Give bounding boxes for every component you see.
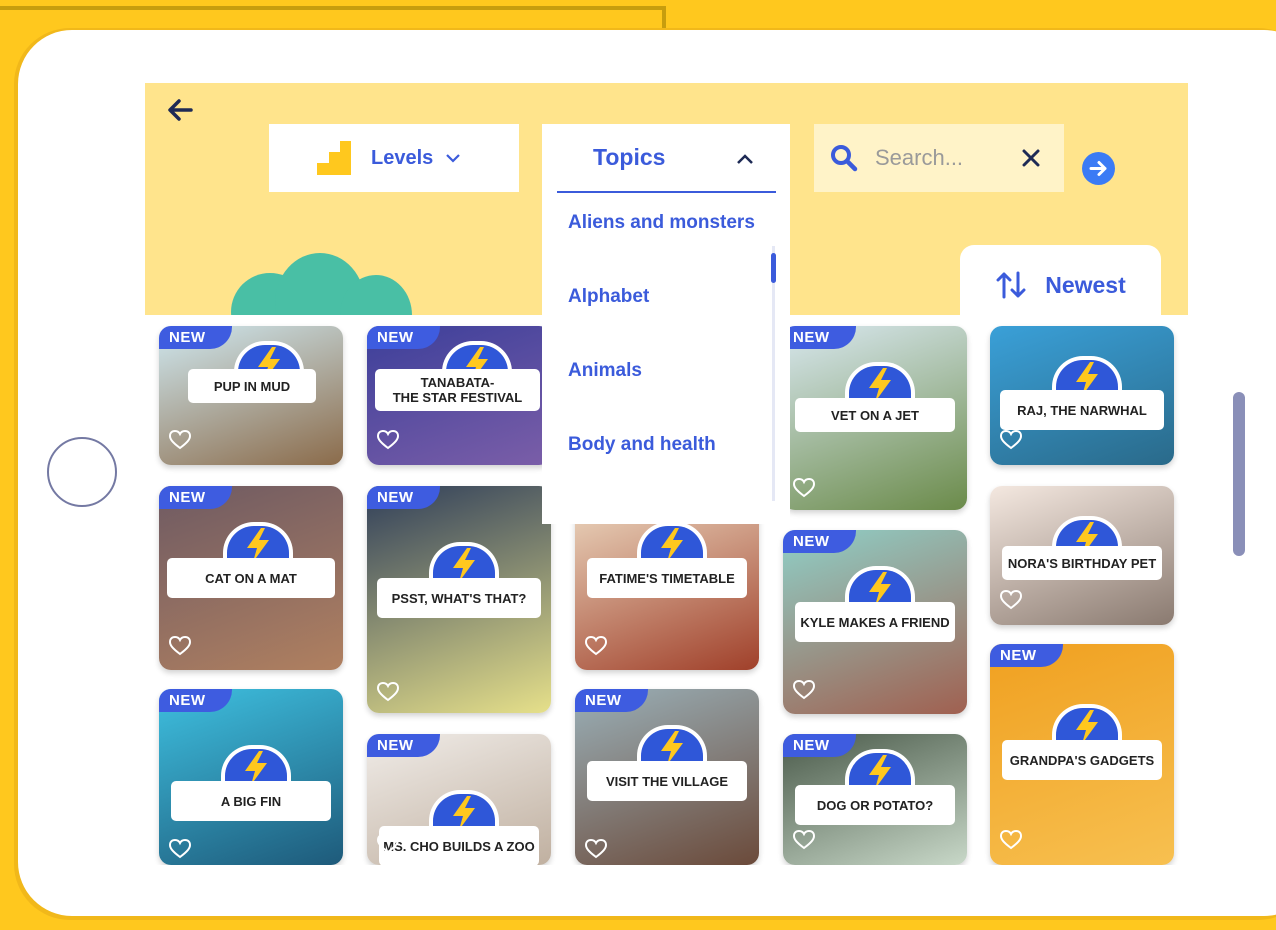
- lightning-icon: [845, 362, 915, 402]
- book-title: GRANDPA'S GADGETS: [1002, 740, 1162, 780]
- new-badge: NEW: [575, 689, 648, 712]
- book-title: KYLE MAKES A FRIEND: [795, 602, 955, 642]
- book-title: VET ON A JET: [795, 398, 955, 432]
- search-icon: [831, 145, 858, 172]
- sort-label: Newest: [1045, 271, 1126, 298]
- lightning-icon: [223, 522, 293, 562]
- chevron-up-icon: [737, 154, 753, 164]
- annotation-line-top: [0, 6, 666, 10]
- book-card[interactable]: NEW GRANDPA'S GADGETS: [990, 644, 1174, 865]
- heart-icon[interactable]: [585, 839, 607, 859]
- sort-arrows-icon: [996, 271, 1026, 299]
- lightning-icon: [429, 542, 499, 582]
- lightning-icon: [1052, 356, 1122, 396]
- lightning-icon: [429, 790, 499, 830]
- book-card[interactable]: NEW TANABATA- THE STAR FESTIVAL: [367, 326, 551, 465]
- book-title: RAJ, THE NARWHAL: [1000, 390, 1164, 430]
- book-card[interactable]: NEW DOG OR POTATO?: [783, 734, 967, 865]
- new-badge: NEW: [367, 326, 440, 349]
- search-input[interactable]: Search...: [875, 145, 963, 171]
- book-card[interactable]: NEW CAT ON A MAT: [159, 486, 343, 670]
- search-bar[interactable]: Search...: [814, 124, 1064, 192]
- book-title: CAT ON A MAT: [167, 558, 335, 598]
- book-title: VISIT THE VILLAGE: [587, 761, 747, 801]
- new-badge: NEW: [783, 734, 856, 757]
- heart-icon[interactable]: [377, 834, 399, 854]
- side-button: [1233, 392, 1245, 556]
- levels-label: Levels: [371, 146, 434, 169]
- book-title: FATIME'S TIMETABLE: [587, 558, 747, 598]
- book-card[interactable]: RAJ, THE NARWHAL: [990, 326, 1174, 465]
- heart-icon[interactable]: [169, 430, 191, 450]
- book-card[interactable]: NEW PSST, WHAT'S THAT?: [367, 486, 551, 713]
- book-title: PUP IN MUD: [188, 369, 316, 403]
- lightning-icon: [221, 745, 291, 785]
- heart-icon[interactable]: [1000, 430, 1022, 450]
- heart-icon[interactable]: [169, 636, 191, 656]
- book-card[interactable]: NEW VISIT THE VILLAGE: [575, 689, 759, 865]
- new-badge: NEW: [783, 530, 856, 553]
- lightning-icon: [637, 522, 707, 562]
- book-title: DOG OR POTATO?: [795, 785, 955, 825]
- new-badge: NEW: [367, 734, 440, 757]
- book-title: A BIG FIN: [171, 781, 331, 821]
- home-button[interactable]: [47, 437, 117, 507]
- heart-icon[interactable]: [169, 839, 191, 859]
- heart-icon[interactable]: [377, 682, 399, 702]
- heart-icon[interactable]: [1000, 830, 1022, 850]
- heart-icon[interactable]: [585, 636, 607, 656]
- lightning-icon: [1052, 704, 1122, 744]
- new-badge: NEW: [783, 326, 856, 349]
- heart-icon[interactable]: [377, 430, 399, 450]
- new-badge: NEW: [990, 644, 1063, 667]
- book-card[interactable]: NORA'S BIRTHDAY PET: [990, 486, 1174, 625]
- app-screen: Levels Topics Search... Newest NEW PUP IN…: [145, 83, 1188, 865]
- book-title: PSST, WHAT'S THAT?: [377, 578, 541, 618]
- sort-tab[interactable]: Newest: [960, 245, 1161, 325]
- book-card[interactable]: NEW A BIG FIN: [159, 689, 343, 865]
- book-title: MS. CHO BUILDS A ZOO: [379, 826, 539, 865]
- topic-item[interactable]: Aliens and monsters: [568, 212, 755, 234]
- chevron-down-icon: [446, 154, 461, 163]
- lightning-icon: [845, 566, 915, 606]
- book-title: NORA'S BIRTHDAY PET: [1002, 546, 1162, 580]
- levels-button[interactable]: Levels: [269, 124, 519, 192]
- lightning-icon: [845, 749, 915, 789]
- new-badge: NEW: [159, 486, 232, 509]
- heart-icon[interactable]: [793, 830, 815, 850]
- heart-icon[interactable]: [1000, 590, 1022, 610]
- book-card[interactable]: NEW MS. CHO BUILDS A ZOO: [367, 734, 551, 865]
- arrow-right-circle-icon[interactable]: [1082, 152, 1115, 185]
- book-card[interactable]: NEW KYLE MAKES A FRIEND: [783, 530, 967, 714]
- stairs-icon: [317, 141, 351, 175]
- new-badge: NEW: [367, 486, 440, 509]
- topics-button[interactable]: Topics: [542, 124, 790, 192]
- topic-item[interactable]: Alphabet: [568, 286, 649, 308]
- topics-label: Topics: [593, 144, 666, 170]
- book-card[interactable]: NEW VET ON A JET: [783, 326, 967, 510]
- heart-icon[interactable]: [793, 680, 815, 700]
- topic-item[interactable]: Body and health: [568, 434, 716, 456]
- new-badge: NEW: [159, 689, 232, 712]
- close-icon[interactable]: [1022, 149, 1040, 167]
- dropdown-scrollbar-track: [772, 246, 775, 501]
- new-badge: NEW: [159, 326, 232, 349]
- lightning-icon: [637, 725, 707, 765]
- dropdown-scrollbar-thumb[interactable]: [771, 253, 776, 283]
- topic-item[interactable]: Animals: [568, 360, 642, 382]
- book-card[interactable]: NEW PUP IN MUD: [159, 326, 343, 465]
- book-title: TANABATA- THE STAR FESTIVAL: [375, 369, 540, 411]
- back-arrow-icon[interactable]: [165, 95, 195, 125]
- heart-icon[interactable]: [793, 478, 815, 498]
